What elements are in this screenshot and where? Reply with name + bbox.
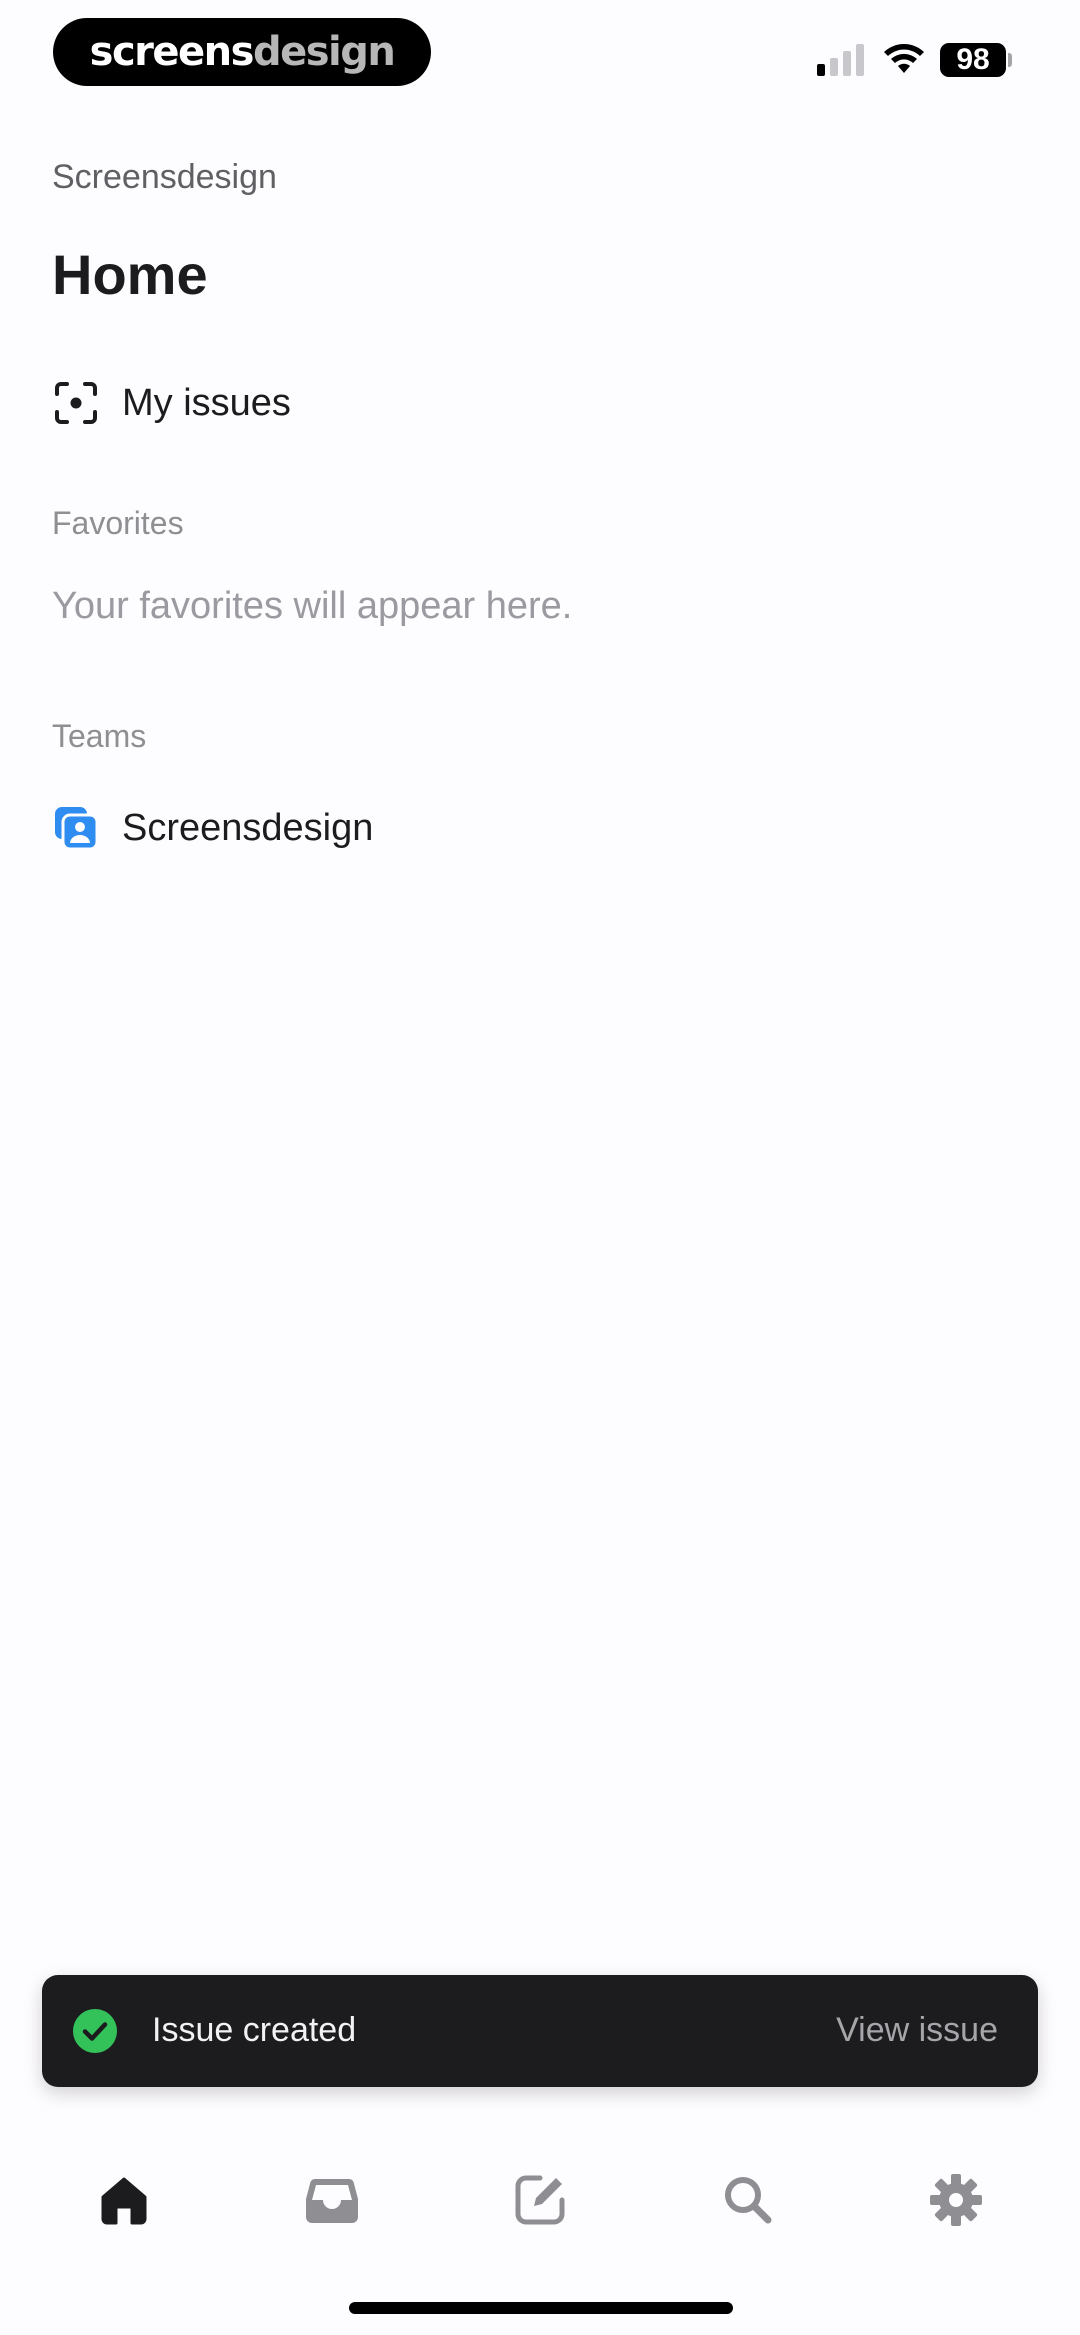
- issue-created-toast: Issue created View issue: [42, 1975, 1038, 2087]
- battery-indicator: 98: [940, 43, 1006, 77]
- workspace-name[interactable]: Screensdesign: [52, 158, 277, 197]
- tab-settings[interactable]: [916, 2168, 996, 2232]
- status-bar: screensdesign 98: [0, 0, 1080, 110]
- team-item-screensdesign[interactable]: Screensdesign: [52, 793, 373, 863]
- home-screen: screensdesign 98 Screensdesign Home My i…: [0, 0, 1080, 2335]
- favorites-heading: Favorites: [52, 505, 184, 541]
- view-issue-button[interactable]: View issue: [836, 2011, 998, 2050]
- tab-bar: [0, 2150, 1080, 2250]
- tab-home[interactable]: [84, 2168, 164, 2232]
- compose-icon: [515, 2175, 565, 2225]
- teams-heading: Teams: [52, 718, 147, 754]
- page-title: Home: [52, 243, 208, 306]
- brand-logo-secondary: design: [252, 29, 396, 75]
- home-icon: [101, 2177, 147, 2225]
- home-indicator[interactable]: [349, 2302, 733, 2314]
- toast-message: Issue created: [152, 2011, 357, 2049]
- battery-tip: [1008, 53, 1012, 67]
- focus-target-icon: [52, 379, 100, 427]
- tab-inbox[interactable]: [292, 2168, 372, 2232]
- my-issues-label: My issues: [122, 381, 291, 424]
- brand-logo-primary: screens: [89, 29, 255, 75]
- my-issues-row[interactable]: My issues: [52, 368, 291, 438]
- cellular-signal-icon: [817, 44, 864, 76]
- team-icon: [52, 804, 100, 852]
- search-icon: [725, 2177, 772, 2224]
- team-label: Screensdesign: [122, 806, 374, 849]
- inbox-icon: [306, 2179, 358, 2223]
- favorites-empty-text: Your favorites will appear here.: [52, 585, 573, 627]
- battery-level: 98: [956, 43, 990, 76]
- tab-new-issue[interactable]: [500, 2168, 580, 2232]
- wifi-icon: [884, 44, 924, 73]
- gear-icon: [930, 2174, 982, 2226]
- brand-logo: screensdesign: [53, 18, 431, 86]
- success-check-icon: [73, 2009, 117, 2053]
- tab-search[interactable]: [708, 2168, 788, 2232]
